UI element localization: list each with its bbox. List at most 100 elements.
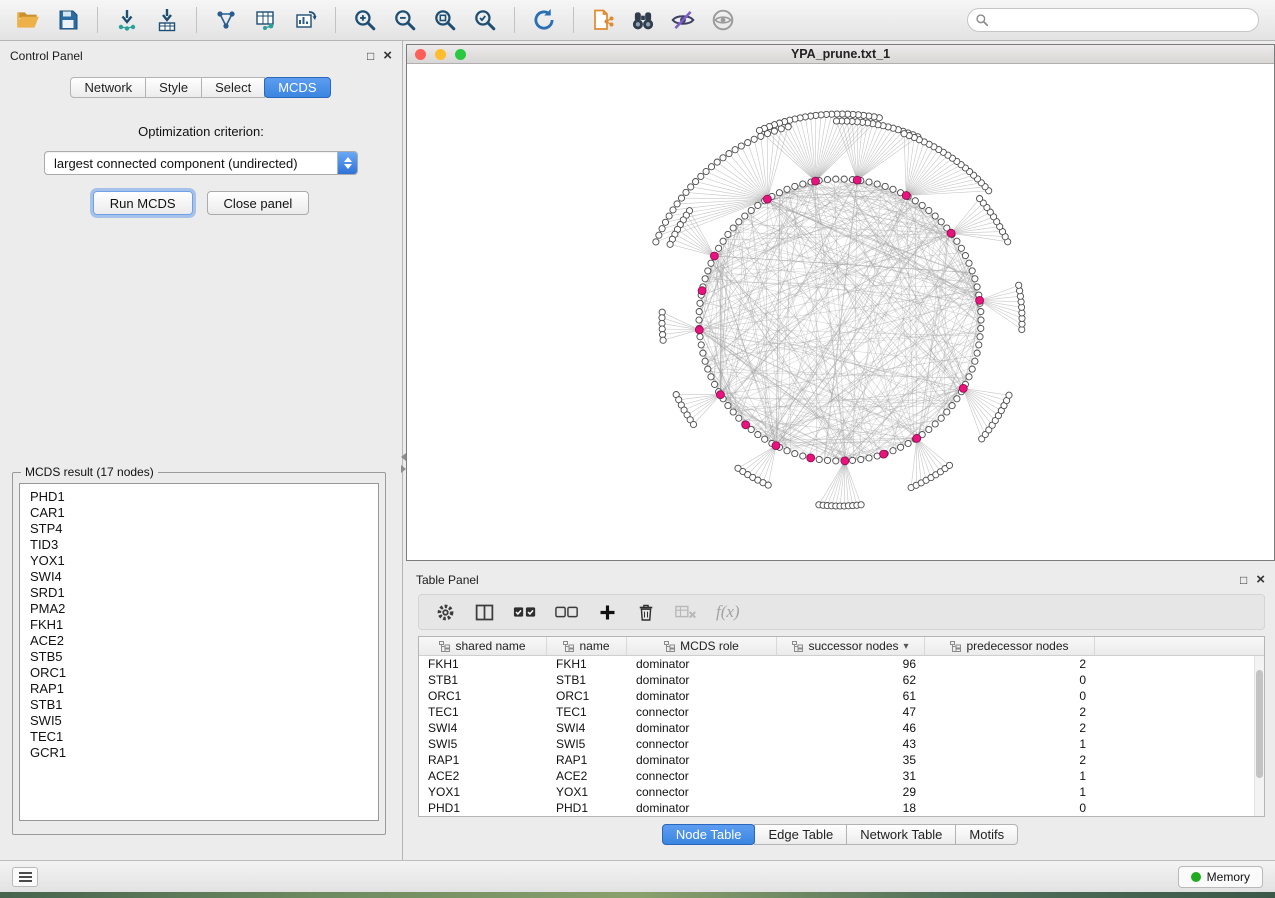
tab-select[interactable]: Select [201, 77, 265, 98]
network-node[interactable] [882, 183, 888, 189]
network-node[interactable] [978, 325, 984, 331]
network-node[interactable] [954, 396, 960, 402]
close-panel-icon[interactable]: × [383, 50, 392, 62]
mcds-node-item[interactable]: PMA2 [30, 601, 368, 617]
mcds-node-item[interactable]: SWI4 [30, 569, 368, 585]
memory-button[interactable]: Memory [1178, 866, 1263, 888]
network-node[interactable] [849, 457, 855, 463]
table-row[interactable]: FKH1FKH1dominator962 [419, 656, 1264, 672]
scrollbar-thumb[interactable] [1256, 670, 1263, 778]
network-node[interactable] [725, 231, 731, 237]
add-column-button[interactable] [597, 602, 618, 623]
export-image-button[interactable] [288, 3, 324, 37]
network-node[interactable] [816, 456, 822, 462]
column-header-name[interactable]: name [547, 637, 627, 655]
network-node[interactable] [833, 176, 839, 182]
network-node[interactable] [890, 186, 896, 192]
network-node[interactable] [698, 342, 704, 348]
tab-style[interactable]: Style [145, 77, 202, 98]
dominator-node[interactable] [710, 252, 718, 260]
network-node[interactable] [762, 436, 768, 442]
dominator-node[interactable] [763, 195, 771, 203]
network-node[interactable] [784, 448, 790, 454]
column-header-predecessor-nodes[interactable]: predecessor nodes [925, 637, 1095, 655]
mcds-node-item[interactable]: YOX1 [30, 553, 368, 569]
table-row[interactable]: RAP1RAP1dominator352 [419, 752, 1264, 768]
mcds-node-item[interactable]: SWI5 [30, 713, 368, 729]
network-node[interactable] [944, 409, 950, 415]
mcds-node-item[interactable]: STP4 [30, 521, 368, 537]
network-node[interactable] [932, 421, 938, 427]
network-node[interactable] [653, 239, 659, 245]
table-row[interactable]: SWI5SWI5connector431 [419, 736, 1264, 752]
network-node[interactable] [708, 374, 714, 380]
network-node[interactable] [969, 268, 975, 274]
show-elements-button[interactable] [705, 3, 741, 37]
network-node[interactable] [670, 207, 676, 213]
network-node[interactable] [946, 462, 952, 468]
zoom-out-button[interactable] [387, 3, 423, 37]
network-node[interactable] [730, 225, 736, 231]
network-node[interactable] [978, 309, 984, 315]
network-node[interactable] [932, 213, 938, 219]
search-input[interactable] [967, 8, 1259, 32]
network-node[interactable] [697, 334, 703, 340]
network-node[interactable] [738, 143, 744, 149]
network-node[interactable] [678, 195, 684, 201]
optimization-criterion-dropdown[interactable]: largest connected component (undirected) [44, 151, 358, 175]
network-node[interactable] [660, 337, 666, 343]
network-node[interactable] [742, 213, 748, 219]
save-button[interactable] [50, 3, 86, 37]
mcds-node-item[interactable]: CAR1 [30, 505, 368, 521]
network-node[interactable] [708, 164, 714, 170]
table-row[interactable]: ACE2ACE2connector311 [419, 768, 1264, 784]
zoom-selected-button[interactable] [467, 3, 503, 37]
table-vertical-scrollbar[interactable] [1254, 656, 1264, 816]
delete-column-button[interactable] [636, 602, 656, 623]
network-node[interactable] [696, 309, 702, 315]
network-node[interactable] [866, 455, 872, 461]
network-node[interactable] [833, 118, 839, 124]
column-header-shared-name[interactable]: shared name [419, 637, 547, 655]
network-node[interactable] [966, 260, 972, 266]
network-node[interactable] [912, 198, 918, 204]
dominator-node[interactable] [841, 457, 849, 465]
network-node[interactable] [858, 456, 864, 462]
network-node[interactable] [756, 127, 762, 133]
table-row[interactable]: TEC1TEC1connector472 [419, 704, 1264, 720]
zoom-in-button[interactable] [347, 3, 383, 37]
network-node[interactable] [688, 184, 694, 190]
tab-network[interactable]: Network [70, 77, 146, 98]
network-node[interactable] [1016, 282, 1022, 288]
network-node[interactable] [969, 366, 975, 372]
mcds-node-item[interactable]: SRD1 [30, 585, 368, 601]
dominator-node[interactable] [853, 176, 861, 184]
tab-mcds[interactable]: MCDS [264, 77, 330, 98]
close-panel-icon[interactable]: × [1256, 574, 1265, 586]
table-row[interactable]: ORC1ORC1dominator610 [419, 688, 1264, 704]
close-panel-button[interactable]: Close panel [207, 191, 310, 215]
select-all-button[interactable] [513, 603, 537, 621]
dominator-node[interactable] [880, 450, 888, 458]
network-node[interactable] [748, 207, 754, 213]
dominator-node[interactable] [812, 177, 820, 185]
dominator-node[interactable] [742, 421, 750, 429]
mcds-node-item[interactable]: STB5 [30, 649, 368, 665]
network-node[interactable] [974, 284, 980, 290]
table-row[interactable]: SWI4SWI4dominator462 [419, 720, 1264, 736]
mcds-node-item[interactable]: ORC1 [30, 665, 368, 681]
dominator-node[interactable] [959, 384, 967, 392]
network-node[interactable] [662, 219, 668, 225]
network-node[interactable] [926, 426, 932, 432]
column-menu-arrow[interactable]: ▾ [904, 641, 909, 652]
mcds-node-item[interactable]: TID3 [30, 537, 368, 553]
network-node[interactable] [898, 444, 904, 450]
network-node[interactable] [800, 181, 806, 187]
network-node[interactable] [697, 300, 703, 306]
network-node[interactable] [659, 226, 665, 232]
network-node[interactable] [938, 415, 944, 421]
network-node[interactable] [784, 186, 790, 192]
network-node[interactable] [966, 374, 972, 380]
network-node[interactable] [972, 358, 978, 364]
deselect-all-button[interactable] [555, 603, 579, 621]
